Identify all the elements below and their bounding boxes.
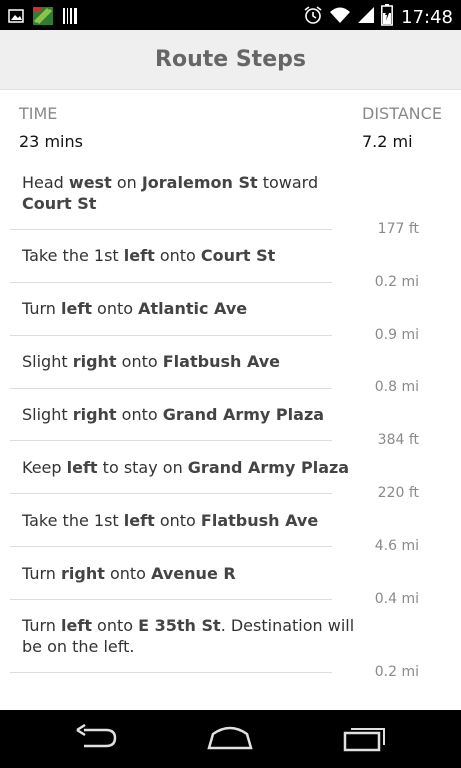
step-emphasis: Avenue R — [151, 564, 236, 583]
step-distance: 0.9 mi — [374, 327, 419, 343]
step-emphasis: left — [123, 246, 155, 265]
step-divider — [10, 672, 332, 673]
route-step-text: Turn left onto E 35th St. Destination wi… — [22, 615, 357, 657]
recents-icon[interactable] — [342, 724, 388, 756]
step-distance: 0.2 mi — [374, 274, 419, 290]
page-title: Route Steps — [155, 47, 306, 72]
image-icon — [8, 8, 24, 28]
step-emphasis: left — [123, 511, 155, 530]
time-value: 23 mins — [19, 132, 83, 151]
step-fragment: Keep — [22, 458, 67, 477]
back-icon[interactable] — [72, 723, 120, 756]
route-step-text: Turn left onto Atlantic Ave — [22, 298, 357, 319]
route-step-text: Slight right onto Grand Army Plaza — [22, 404, 357, 425]
step-fragment: to stay on — [97, 458, 188, 477]
step-distance: 0.4 mi — [374, 591, 419, 607]
step-divider — [10, 388, 332, 389]
step-emphasis: left — [66, 458, 98, 477]
battery-charging-icon — [381, 4, 394, 30]
route-step-text: Take the 1st left onto Court St — [22, 245, 357, 266]
step-emphasis: Joralemon St — [141, 173, 258, 192]
step-fragment: onto — [116, 352, 163, 371]
step-fragment: Turn — [22, 299, 62, 318]
step-divider — [10, 282, 332, 283]
step-emphasis: Atlantic Ave — [138, 299, 248, 318]
step-emphasis: west — [68, 173, 112, 192]
step-fragment: Take the 1st — [22, 511, 124, 530]
step-divider — [10, 493, 332, 494]
route-step-text: Slight right onto Flatbush Ave — [22, 351, 357, 372]
route-step-text: Keep left to stay on Grand Army Plaza — [22, 457, 357, 478]
alarm-icon — [303, 5, 323, 29]
step-fragment: onto — [154, 246, 201, 265]
step-emphasis: left — [61, 616, 92, 635]
step-fragment: onto — [154, 511, 201, 530]
step-fragment: onto — [104, 564, 152, 583]
step-emphasis: Grand Army Plaza — [187, 458, 350, 477]
route-step-text: Take the 1st left onto Flatbush Ave — [22, 510, 357, 531]
step-emphasis: right — [72, 352, 117, 371]
step-emphasis: Court St — [200, 246, 276, 265]
wifi-icon — [329, 6, 351, 28]
step-fragment: Head — [22, 173, 69, 192]
route-step-text: Head west on Joralemon St toward Court S… — [22, 172, 357, 214]
step-emphasis: Flatbush Ave — [200, 511, 319, 530]
step-fragment: Slight — [22, 352, 73, 371]
step-distance: 177 ft — [377, 221, 419, 237]
step-emphasis: Grand Army Plaza — [162, 405, 325, 424]
step-fragment: Turn — [22, 616, 62, 635]
header-bar: Route Steps — [0, 30, 461, 90]
step-distance: 0.8 mi — [374, 379, 419, 395]
step-distance: 384 ft — [377, 432, 419, 448]
home-icon[interactable] — [205, 724, 255, 756]
distance-value: 7.2 mi — [362, 132, 413, 151]
signal-icon — [357, 6, 375, 28]
status-left-icons — [8, 6, 78, 30]
step-distance: 4.6 mi — [374, 538, 419, 554]
distance-label: DISTANCE — [362, 104, 442, 123]
app-notification-icon — [32, 6, 54, 30]
step-divider — [10, 440, 332, 441]
step-divider — [10, 335, 332, 336]
step-emphasis: right — [61, 564, 105, 583]
step-emphasis: Flatbush Ave — [162, 352, 281, 371]
step-distance: 220 ft — [377, 485, 419, 501]
step-fragment: toward — [257, 173, 319, 192]
step-fragment: onto — [116, 405, 163, 424]
step-divider — [10, 229, 332, 230]
step-fragment: Slight — [22, 405, 73, 424]
time-label: TIME — [19, 104, 58, 123]
status-right-icons: 17:48 — [303, 4, 453, 30]
barcode-icon — [62, 7, 78, 29]
step-fragment: Turn — [22, 564, 62, 583]
step-emphasis: left — [61, 299, 92, 318]
step-fragment: on — [111, 173, 142, 192]
step-fragment: onto — [91, 616, 139, 635]
step-divider — [10, 599, 332, 600]
step-emphasis: right — [72, 405, 117, 424]
step-emphasis: E 35th St — [138, 616, 221, 635]
step-fragment: onto — [91, 299, 139, 318]
route-step-text: Turn right onto Avenue R — [22, 563, 357, 584]
step-distance: 0.2 mi — [374, 664, 419, 680]
step-fragment: Take the 1st — [22, 246, 124, 265]
status-bar: 17:48 — [0, 0, 461, 30]
status-time: 17:48 — [401, 6, 453, 28]
step-emphasis: Court St — [22, 194, 97, 213]
navigation-bar — [0, 710, 461, 768]
step-divider — [10, 546, 332, 547]
